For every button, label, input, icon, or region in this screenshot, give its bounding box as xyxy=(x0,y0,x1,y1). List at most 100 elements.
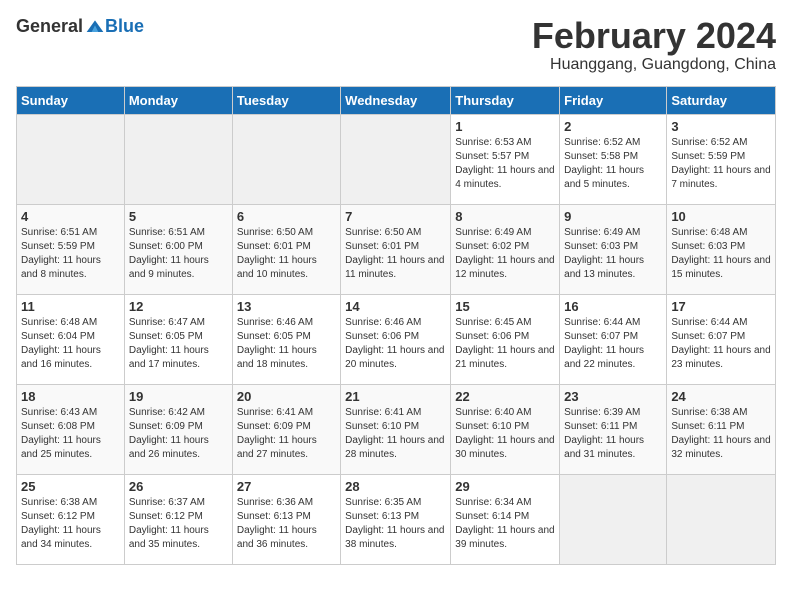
month-title: February 2024 xyxy=(532,16,776,56)
calendar-cell: 10 Sunrise: 6:48 AMSunset: 6:03 PMDayligh… xyxy=(667,204,776,294)
day-info: Sunrise: 6:44 AMSunset: 6:07 PMDaylight:… xyxy=(564,316,662,372)
calendar-cell xyxy=(17,114,125,204)
day-info: Sunrise: 6:53 AMSunset: 5:57 PMDaylight:… xyxy=(455,136,555,192)
header-day-wednesday: Wednesday xyxy=(341,86,451,114)
calendar-cell: 13 Sunrise: 6:46 AMSunset: 6:05 PMDayligh… xyxy=(232,294,340,384)
calendar-cell: 29 Sunrise: 6:34 AMSunset: 6:14 PMDayligh… xyxy=(451,474,560,564)
header-row: SundayMondayTuesdayWednesdayThursdayFrid… xyxy=(17,86,776,114)
day-number: 12 xyxy=(129,299,228,314)
calendar-cell: 14 Sunrise: 6:46 AMSunset: 6:06 PMDayligh… xyxy=(341,294,451,384)
calendar-cell: 22 Sunrise: 6:40 AMSunset: 6:10 PMDayligh… xyxy=(451,384,560,474)
week-row-5: 25Sunrise: 6:38 AMSunset: 6:12 PMDayligh… xyxy=(17,474,776,564)
calendar-cell: 19 Sunrise: 6:42 AMSunset: 6:09 PMDayligh… xyxy=(124,384,232,474)
day-info: Sunrise: 6:52 AMSunset: 5:58 PMDaylight:… xyxy=(564,136,662,192)
day-number: 5 xyxy=(129,209,228,224)
logo: General Blue xyxy=(16,16,144,37)
day-info: Sunrise: 6:40 AMSunset: 6:10 PMDaylight:… xyxy=(455,406,555,462)
calendar-cell xyxy=(232,114,340,204)
day-info: Sunrise: 6:43 AMSunset: 6:08 PMDaylight:… xyxy=(21,406,120,462)
day-info: Sunrise: 6:41 AMSunset: 6:10 PMDaylight:… xyxy=(345,406,446,462)
day-info: Sunrise: 6:47 AMSunset: 6:05 PMDaylight:… xyxy=(129,316,228,372)
day-number: 29 xyxy=(455,479,555,494)
week-row-3: 11Sunrise: 6:48 AMSunset: 6:04 PMDayligh… xyxy=(17,294,776,384)
calendar-cell: 11Sunrise: 6:48 AMSunset: 6:04 PMDayligh… xyxy=(17,294,125,384)
day-info: Sunrise: 6:48 AMSunset: 6:03 PMDaylight:… xyxy=(671,226,771,282)
day-number: 9 xyxy=(564,209,662,224)
calendar-cell: 12 Sunrise: 6:47 AMSunset: 6:05 PMDayligh… xyxy=(124,294,232,384)
calendar-cell: 1 Sunrise: 6:53 AMSunset: 5:57 PMDaylight… xyxy=(451,114,560,204)
calendar-cell: 15Sunrise: 6:45 AMSunset: 6:06 PMDayligh… xyxy=(451,294,560,384)
calendar-cell: 5Sunrise: 6:51 AMSunset: 6:00 PMDaylight… xyxy=(124,204,232,294)
day-info: Sunrise: 6:52 AMSunset: 5:59 PMDaylight:… xyxy=(671,136,771,192)
day-number: 22 xyxy=(455,389,555,404)
calendar-cell: 6 Sunrise: 6:50 AMSunset: 6:01 PMDaylight… xyxy=(232,204,340,294)
day-number: 6 xyxy=(237,209,336,224)
calendar-cell xyxy=(341,114,451,204)
calendar-cell: 27 Sunrise: 6:36 AMSunset: 6:13 PMDayligh… xyxy=(232,474,340,564)
day-info: Sunrise: 6:41 AMSunset: 6:09 PMDaylight:… xyxy=(237,406,336,462)
day-number: 20 xyxy=(237,389,336,404)
logo-text-blue: Blue xyxy=(105,16,144,36)
day-info: Sunrise: 6:37 AMSunset: 6:12 PMDaylight:… xyxy=(129,496,228,552)
title-area: February 2024 Huanggang, Guangdong, Chin… xyxy=(532,16,776,74)
day-number: 27 xyxy=(237,479,336,494)
day-number: 14 xyxy=(345,299,446,314)
day-number: 3 xyxy=(671,119,771,134)
calendar-cell: 17 Sunrise: 6:44 AMSunset: 6:07 PMDayligh… xyxy=(667,294,776,384)
calendar-cell xyxy=(124,114,232,204)
calendar-cell: 4 Sunrise: 6:51 AMSunset: 5:59 PMDaylight… xyxy=(17,204,125,294)
day-info: Sunrise: 6:48 AMSunset: 6:04 PMDaylight:… xyxy=(21,316,120,372)
week-row-1: 1 Sunrise: 6:53 AMSunset: 5:57 PMDaylight… xyxy=(17,114,776,204)
day-info: Sunrise: 6:50 AMSunset: 6:01 PMDaylight:… xyxy=(237,226,336,282)
day-number: 21 xyxy=(345,389,446,404)
day-number: 1 xyxy=(455,119,555,134)
calendar-cell: 8 Sunrise: 6:49 AMSunset: 6:02 PMDaylight… xyxy=(451,204,560,294)
day-number: 25 xyxy=(21,479,120,494)
calendar-cell: 25Sunrise: 6:38 AMSunset: 6:12 PMDayligh… xyxy=(17,474,125,564)
day-info: Sunrise: 6:35 AMSunset: 6:13 PMDaylight:… xyxy=(345,496,446,552)
header-day-friday: Friday xyxy=(560,86,667,114)
day-number: 2 xyxy=(564,119,662,134)
calendar-cell: 23Sunrise: 6:39 AMSunset: 6:11 PMDayligh… xyxy=(560,384,667,474)
day-number: 8 xyxy=(455,209,555,224)
day-info: Sunrise: 6:36 AMSunset: 6:13 PMDaylight:… xyxy=(237,496,336,552)
day-number: 4 xyxy=(21,209,120,224)
header-day-saturday: Saturday xyxy=(667,86,776,114)
day-number: 26 xyxy=(129,479,228,494)
calendar-cell: 20 Sunrise: 6:41 AMSunset: 6:09 PMDayligh… xyxy=(232,384,340,474)
day-info: Sunrise: 6:46 AMSunset: 6:05 PMDaylight:… xyxy=(237,316,336,372)
calendar-cell: 9 Sunrise: 6:49 AMSunset: 6:03 PMDaylight… xyxy=(560,204,667,294)
page-header: General Blue February 2024 Huanggang, Gu… xyxy=(16,16,776,74)
day-info: Sunrise: 6:39 AMSunset: 6:11 PMDaylight:… xyxy=(564,406,662,462)
week-row-4: 18 Sunrise: 6:43 AMSunset: 6:08 PMDayligh… xyxy=(17,384,776,474)
day-number: 19 xyxy=(129,389,228,404)
day-info: Sunrise: 6:42 AMSunset: 6:09 PMDaylight:… xyxy=(129,406,228,462)
calendar-cell: 16Sunrise: 6:44 AMSunset: 6:07 PMDayligh… xyxy=(560,294,667,384)
day-info: Sunrise: 6:46 AMSunset: 6:06 PMDaylight:… xyxy=(345,316,446,372)
day-number: 28 xyxy=(345,479,446,494)
calendar-cell: 26 Sunrise: 6:37 AMSunset: 6:12 PMDayligh… xyxy=(124,474,232,564)
header-day-monday: Monday xyxy=(124,86,232,114)
day-number: 18 xyxy=(21,389,120,404)
day-info: Sunrise: 6:45 AMSunset: 6:06 PMDaylight:… xyxy=(455,316,555,372)
week-row-2: 4 Sunrise: 6:51 AMSunset: 5:59 PMDaylight… xyxy=(17,204,776,294)
day-info: Sunrise: 6:49 AMSunset: 6:03 PMDaylight:… xyxy=(564,226,662,282)
calendar-table: SundayMondayTuesdayWednesdayThursdayFrid… xyxy=(16,86,776,565)
day-info: Sunrise: 6:38 AMSunset: 6:11 PMDaylight:… xyxy=(671,406,771,462)
day-info: Sunrise: 6:34 AMSunset: 6:14 PMDaylight:… xyxy=(455,496,555,552)
calendar-cell xyxy=(667,474,776,564)
day-number: 10 xyxy=(671,209,771,224)
header-day-tuesday: Tuesday xyxy=(232,86,340,114)
calendar-cell: 2 Sunrise: 6:52 AMSunset: 5:58 PMDaylight… xyxy=(560,114,667,204)
header-day-sunday: Sunday xyxy=(17,86,125,114)
day-info: Sunrise: 6:49 AMSunset: 6:02 PMDaylight:… xyxy=(455,226,555,282)
location-title: Huanggang, Guangdong, China xyxy=(532,56,776,74)
calendar-body: 1 Sunrise: 6:53 AMSunset: 5:57 PMDaylight… xyxy=(17,114,776,564)
calendar-cell: 18 Sunrise: 6:43 AMSunset: 6:08 PMDayligh… xyxy=(17,384,125,474)
day-number: 13 xyxy=(237,299,336,314)
day-info: Sunrise: 6:44 AMSunset: 6:07 PMDaylight:… xyxy=(671,316,771,372)
header-day-thursday: Thursday xyxy=(451,86,560,114)
day-number: 17 xyxy=(671,299,771,314)
calendar-cell: 3 Sunrise: 6:52 AMSunset: 5:59 PMDaylight… xyxy=(667,114,776,204)
day-info: Sunrise: 6:51 AMSunset: 5:59 PMDaylight:… xyxy=(21,226,120,282)
